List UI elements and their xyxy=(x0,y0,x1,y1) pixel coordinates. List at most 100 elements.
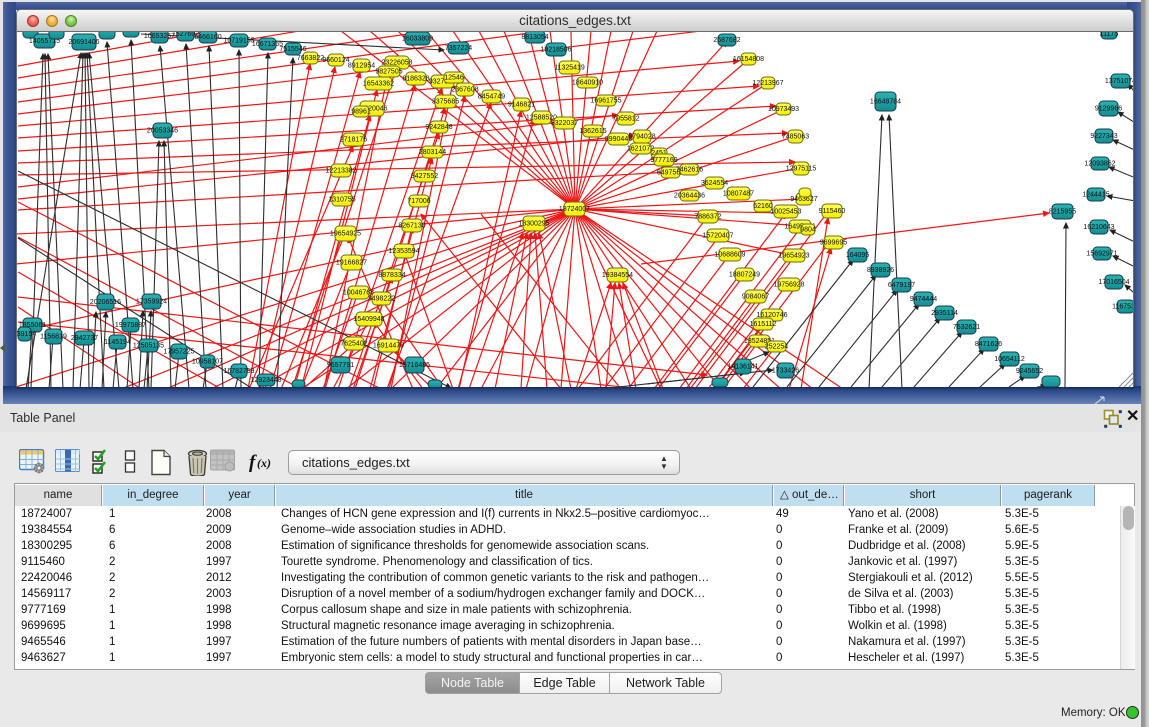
svg-text:7625402: 7625402 xyxy=(340,341,367,348)
svg-text:16782759: 16782759 xyxy=(223,368,254,375)
svg-text:19166827: 19166827 xyxy=(336,260,367,267)
svg-text:20364436: 20364436 xyxy=(674,193,705,200)
svg-text:7485063: 7485063 xyxy=(782,134,809,141)
svg-text:3498222: 3498222 xyxy=(368,296,395,303)
svg-text:12213967: 12213967 xyxy=(752,80,783,87)
svg-text:19756928: 19756928 xyxy=(773,282,804,289)
svg-text:9227343: 9227343 xyxy=(1090,133,1117,140)
svg-text:9474444: 9474444 xyxy=(910,296,937,303)
svg-text:19218506: 19218506 xyxy=(540,47,571,54)
svg-text:98961: 98961 xyxy=(351,109,371,116)
svg-text:8322037: 8322037 xyxy=(551,120,578,127)
svg-text:10688609: 10688609 xyxy=(714,252,745,259)
svg-text:15409948: 15409948 xyxy=(353,316,384,323)
svg-text:7886372: 7886372 xyxy=(694,214,721,221)
svg-text:16648784: 16648784 xyxy=(870,99,901,106)
svg-text:8471626: 8471626 xyxy=(975,341,1002,348)
svg-text:7515546: 7515546 xyxy=(279,46,306,53)
svg-text:8813054: 8813054 xyxy=(521,34,548,41)
svg-text:9242848: 9242848 xyxy=(425,124,452,131)
svg-text:8215955: 8215955 xyxy=(1049,209,1076,216)
svg-text:2367608: 2367608 xyxy=(451,87,478,94)
svg-text:139154: 139154 xyxy=(17,331,36,338)
svg-text:8878334: 8878334 xyxy=(378,272,405,279)
svg-text:10973493: 10973493 xyxy=(768,106,799,113)
svg-text:1156819: 1156819 xyxy=(40,334,67,341)
svg-text:20206516: 20206516 xyxy=(90,299,121,306)
svg-text:717006: 717006 xyxy=(407,198,430,205)
svg-text:15720407: 15720407 xyxy=(702,233,733,240)
svg-text:2718176: 2718176 xyxy=(340,137,367,144)
svg-text:1145194: 1145194 xyxy=(104,339,131,346)
svg-text:16961755: 16961755 xyxy=(590,98,621,105)
svg-text:1310755: 1310755 xyxy=(328,197,355,204)
svg-text:19654925: 19654925 xyxy=(330,231,361,238)
svg-text:(x): (x) xyxy=(257,456,271,470)
svg-text:6794028: 6794028 xyxy=(628,134,655,141)
svg-text:7663822: 7663822 xyxy=(297,55,324,62)
svg-text:19654923: 19654923 xyxy=(778,253,809,260)
svg-text:16914479: 16914479 xyxy=(373,343,404,350)
svg-text:9660124: 9660124 xyxy=(322,57,349,64)
svg-text:8267130: 8267130 xyxy=(398,223,425,230)
svg-text:15716485: 15716485 xyxy=(399,362,430,369)
svg-text:9827505: 9827505 xyxy=(375,69,402,76)
svg-text:11175: 11175 xyxy=(1100,32,1119,38)
svg-text:3624554: 3624554 xyxy=(701,180,728,187)
svg-text:13751074: 13751074 xyxy=(1105,78,1133,85)
svg-text:20053346: 20053346 xyxy=(147,128,178,135)
svg-text:1244415: 1244415 xyxy=(1082,192,1109,199)
svg-text:10654112: 10654112 xyxy=(994,356,1025,363)
svg-text:18640910: 18640910 xyxy=(572,80,603,87)
svg-text:9115460: 9115460 xyxy=(819,208,846,215)
svg-text:7632621: 7632621 xyxy=(953,324,980,331)
svg-text:16543362: 16543362 xyxy=(363,81,394,88)
svg-text:18807249: 18807249 xyxy=(729,272,760,279)
svg-text:12505135: 12505135 xyxy=(133,343,164,350)
svg-text:10719155: 10719155 xyxy=(223,38,254,45)
svg-text:2803144: 2803144 xyxy=(419,149,446,156)
svg-text:16210643: 16210643 xyxy=(1083,224,1114,231)
svg-text:252254: 252254 xyxy=(765,344,788,351)
svg-text:9084067: 9084067 xyxy=(742,294,769,301)
svg-text:18724007: 18724007 xyxy=(559,206,590,213)
svg-text:16033809: 16033809 xyxy=(402,36,433,43)
svg-text:12093862: 12093862 xyxy=(1084,161,1115,168)
svg-text:f: f xyxy=(249,452,257,473)
svg-text:2935114: 2935114 xyxy=(931,310,958,317)
svg-text:15692971: 15692971 xyxy=(1086,251,1117,258)
svg-text:9657791: 9657791 xyxy=(327,362,354,369)
svg-text:9777169: 9777169 xyxy=(650,157,677,164)
svg-text:9804: 9804 xyxy=(800,227,816,234)
svg-text:7357224: 7357224 xyxy=(445,45,472,52)
svg-text:8938926: 8938926 xyxy=(867,267,894,274)
svg-text:8427552: 8427552 xyxy=(411,173,438,180)
svg-text:12923448: 12923448 xyxy=(250,377,281,384)
svg-text:17359924: 17359924 xyxy=(136,299,167,306)
svg-text:19384554: 19384554 xyxy=(602,272,633,279)
svg-text:9245652: 9245652 xyxy=(1016,368,1043,375)
svg-text:3375685: 3375685 xyxy=(432,99,459,106)
svg-text:10807487: 10807487 xyxy=(723,191,754,198)
svg-text:1362615: 1362615 xyxy=(579,128,606,135)
svg-text:164095: 164095 xyxy=(846,252,869,259)
svg-text:9699695: 9699695 xyxy=(820,240,847,247)
svg-text:8454749: 8454749 xyxy=(478,94,505,101)
svg-text:10958107: 10958107 xyxy=(192,359,223,366)
svg-text:6466160: 6466160 xyxy=(194,34,221,41)
svg-text:17957225: 17957225 xyxy=(163,349,194,356)
svg-text:2942737: 2942737 xyxy=(71,335,98,342)
svg-text:10653267: 10653267 xyxy=(144,33,175,40)
svg-text:1167534: 1167534 xyxy=(1112,304,1133,311)
svg-text:7462616: 7462616 xyxy=(676,167,703,174)
svg-text:9146821: 9146821 xyxy=(508,102,535,109)
svg-text:18300295: 18300295 xyxy=(518,221,549,228)
svg-text:1621072: 1621072 xyxy=(627,146,654,153)
svg-text:1615112: 1615112 xyxy=(750,321,777,328)
svg-text:20691406: 20691406 xyxy=(68,39,99,46)
svg-text:11325419: 11325419 xyxy=(554,65,585,72)
svg-text:1733426: 1733426 xyxy=(772,368,799,375)
svg-text:16154808: 16154808 xyxy=(733,56,764,63)
svg-text:12975115: 12975115 xyxy=(786,166,817,173)
svg-text:12213382: 12213382 xyxy=(325,168,356,175)
